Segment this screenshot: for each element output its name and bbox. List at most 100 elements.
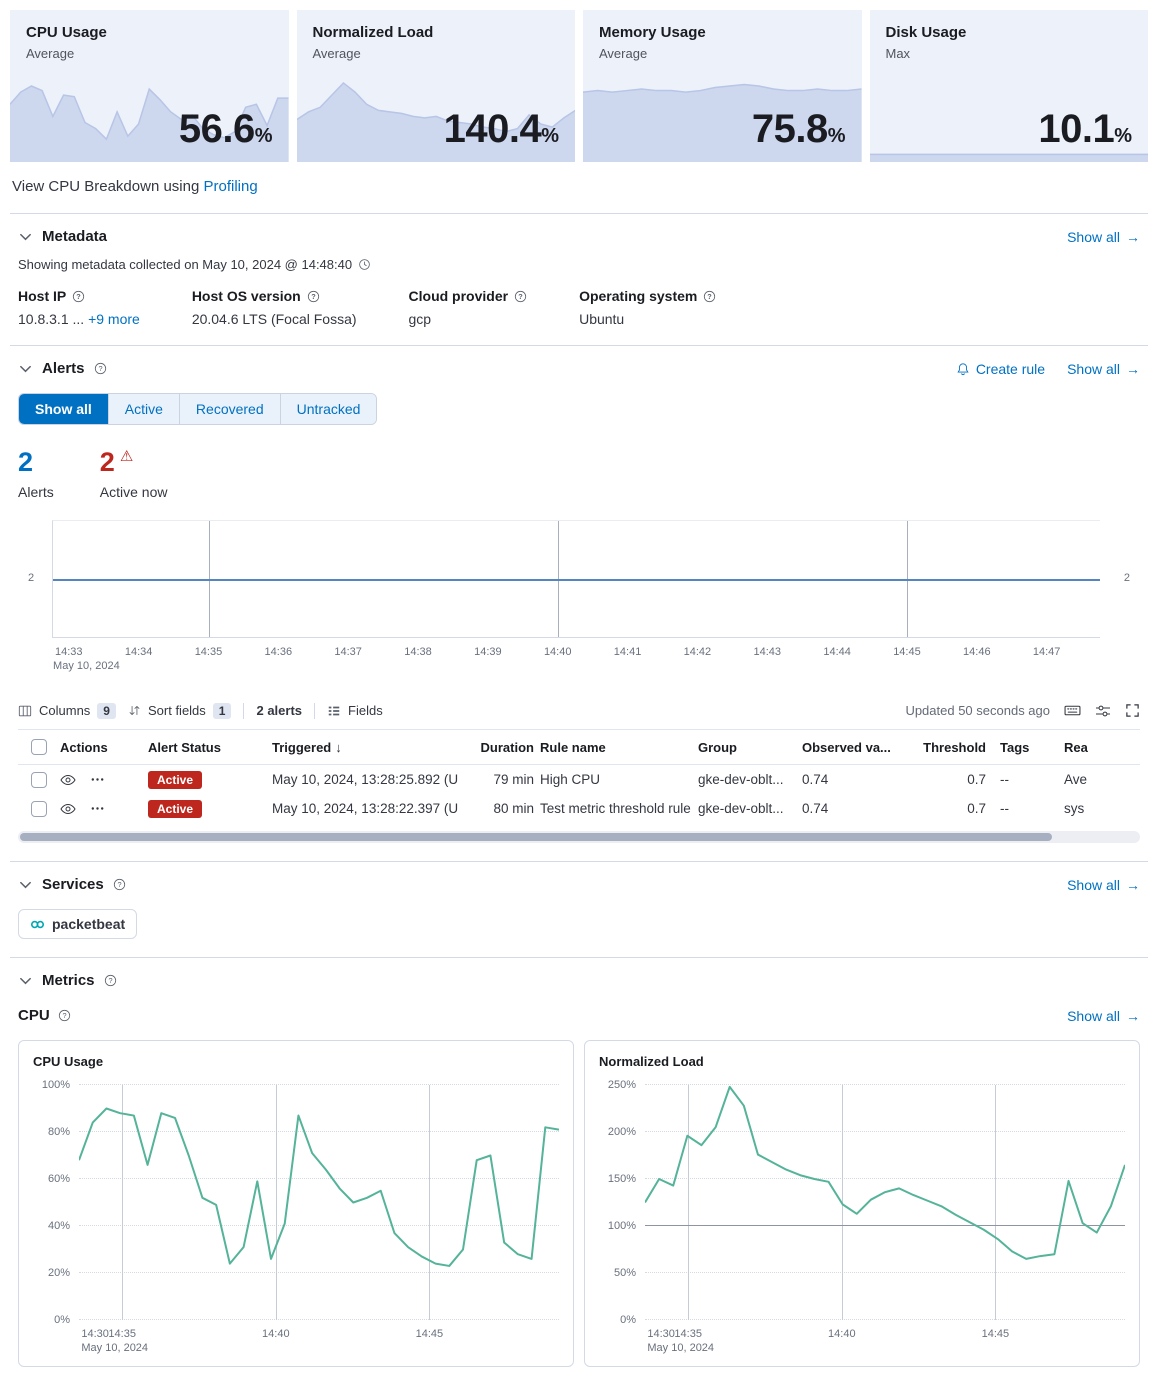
table-row: Active May 10, 2024, 13:28:22.397 (U 80 …: [18, 794, 1140, 823]
metadata-field-cloud-provider: Cloud provider? gcp: [409, 288, 528, 327]
horizontal-scrollbar-track[interactable]: [18, 831, 1140, 843]
kpi-card-cpu-usage[interactable]: CPU Usage Average 56.6%: [10, 10, 289, 162]
cell-triggered: May 10, 2024, 13:28:25.892 (U: [266, 772, 468, 787]
chevron-down-icon: [18, 361, 33, 376]
cell-observed-value: 0.74: [796, 772, 894, 787]
kpi-title: Normalized Load: [313, 24, 560, 41]
header-observed-value[interactable]: Observed va...: [796, 740, 894, 755]
header-rule-name[interactable]: Rule name: [534, 740, 692, 755]
services-title: Services: [42, 876, 104, 893]
metrics-show-all-link[interactable]: Show all→: [1067, 1008, 1140, 1024]
svg-text:?: ?: [62, 1011, 66, 1020]
help-icon[interactable]: ?: [72, 290, 85, 303]
header-tags[interactable]: Tags: [986, 740, 1050, 755]
create-rule-link[interactable]: Create rule: [956, 361, 1045, 377]
metadata-show-all-link[interactable]: Show all→: [1067, 229, 1140, 245]
metrics-cpu-subheader: CPU ? Show all→: [18, 1007, 1140, 1024]
header-duration[interactable]: Duration: [468, 740, 534, 755]
arrow-right-icon: →: [1126, 877, 1140, 893]
help-icon[interactable]: ?: [94, 362, 107, 375]
timeline-plot-area[interactable]: [52, 520, 1100, 638]
columns-grid-icon: [18, 704, 32, 718]
metrics-section: Metrics ? CPU ? Show all→ CPU Usage 0%20…: [0, 958, 1158, 1385]
row-checkbox[interactable]: [31, 772, 47, 788]
columns-button[interactable]: Columns 9: [18, 703, 116, 719]
chevron-down-icon: [18, 877, 33, 892]
host-ip-more-link[interactable]: +9 more: [88, 311, 140, 327]
filter-untracked[interactable]: Untracked: [280, 394, 377, 424]
horizontal-scrollbar-thumb[interactable]: [20, 833, 1052, 841]
help-icon[interactable]: ?: [307, 290, 320, 303]
status-badge: Active: [148, 771, 202, 789]
fields-button[interactable]: Fields: [327, 703, 383, 718]
view-alert-button[interactable]: [60, 772, 76, 788]
display-options-button[interactable]: [1095, 703, 1111, 719]
metadata-collapse-button[interactable]: [18, 229, 33, 244]
profiling-link[interactable]: Profiling: [204, 178, 258, 195]
row-actions-menu-button[interactable]: [90, 772, 105, 787]
row-checkbox[interactable]: [31, 801, 47, 817]
stat-alerts-total: 2 Alerts: [18, 449, 54, 500]
alerts-count-label: 2 alerts: [256, 703, 302, 718]
fullscreen-button[interactable]: [1125, 703, 1140, 718]
sort-fields-button[interactable]: Sort fields 1: [128, 703, 232, 719]
profiling-note-text: View CPU Breakdown using: [12, 178, 199, 195]
arrow-right-icon: →: [1126, 1008, 1140, 1024]
filter-recovered[interactable]: Recovered: [179, 394, 280, 424]
header-triggered[interactable]: Triggered↓: [266, 740, 468, 755]
select-all-checkbox[interactable]: [31, 739, 47, 755]
normalized-load-plot-area[interactable]: [645, 1085, 1125, 1320]
kpi-subtitle: Max: [886, 46, 1133, 61]
cell-threshold: 0.7: [894, 801, 986, 816]
toolbar-separator: [314, 703, 315, 719]
help-icon[interactable]: ?: [113, 878, 126, 891]
cpu-group-title: CPU: [18, 1007, 50, 1024]
kpi-card-disk-usage[interactable]: Disk Usage Max 10.1%: [870, 10, 1149, 162]
svg-text:?: ?: [98, 364, 102, 373]
sort-icon: [128, 704, 141, 717]
services-show-all-link[interactable]: Show all→: [1067, 877, 1140, 893]
kpi-subtitle: Average: [26, 46, 273, 61]
metrics-collapse-button[interactable]: [18, 973, 33, 988]
kpi-card-normalized-load[interactable]: Normalized Load Average 140.4%: [297, 10, 576, 162]
help-icon[interactable]: ?: [58, 1009, 71, 1022]
ellipsis-icon: [90, 772, 105, 787]
cell-observed-value: 0.74: [796, 801, 894, 816]
normalized-load-chart-panel: Normalized Load 0%50%100%150%200%250% 14…: [584, 1040, 1140, 1367]
alerts-collapse-button[interactable]: [18, 361, 33, 376]
services-collapse-button[interactable]: [18, 877, 33, 892]
warning-icon: ⚠: [120, 449, 133, 464]
cell-reason: Ave: [1050, 772, 1140, 787]
filter-active[interactable]: Active: [108, 394, 179, 424]
help-icon[interactable]: ?: [703, 290, 716, 303]
header-reason[interactable]: Rea: [1050, 740, 1140, 755]
chart-title: CPU Usage: [33, 1054, 559, 1069]
alerts-section: Alerts ? Create rule Show all→ Show all …: [0, 346, 1158, 861]
metrics-title: Metrics: [42, 972, 95, 989]
kpi-title: CPU Usage: [26, 24, 273, 41]
cpu-usage-plot-area[interactable]: [79, 1085, 559, 1320]
keyboard-icon: [1064, 702, 1081, 719]
cpu-usage-y-axis: 0%20%40%60%80%100%: [33, 1085, 79, 1320]
normalized-load-y-axis: 0%50%100%150%200%250%: [599, 1085, 645, 1320]
help-icon[interactable]: ?: [514, 290, 527, 303]
help-icon[interactable]: ?: [104, 974, 117, 987]
kpi-row: CPU Usage Average 56.6% Normalized Load …: [0, 0, 1158, 162]
clock-icon: [358, 258, 371, 271]
chevron-down-icon: [18, 229, 33, 244]
view-alert-button[interactable]: [60, 801, 76, 817]
header-threshold[interactable]: Threshold: [894, 740, 986, 755]
alerts-show-all-link[interactable]: Show all→: [1067, 361, 1140, 377]
metadata-field-host-os-version: Host OS version? 20.04.6 LTS (Focal Foss…: [192, 288, 357, 327]
services-section: Services ? Show all→ packetbeat: [0, 862, 1158, 957]
header-alert-status[interactable]: Alert Status: [142, 740, 266, 755]
header-group[interactable]: Group: [692, 740, 796, 755]
keyboard-shortcuts-button[interactable]: [1064, 702, 1081, 719]
service-chip-packetbeat[interactable]: packetbeat: [18, 909, 137, 939]
profiling-note: View CPU Breakdown using Profiling: [0, 162, 1158, 213]
eye-icon: [60, 801, 76, 817]
row-actions-menu-button[interactable]: [90, 801, 105, 816]
header-actions: Actions: [54, 740, 142, 755]
filter-show-all[interactable]: Show all: [19, 394, 108, 424]
kpi-card-memory-usage[interactable]: Memory Usage Average 75.8%: [583, 10, 862, 162]
